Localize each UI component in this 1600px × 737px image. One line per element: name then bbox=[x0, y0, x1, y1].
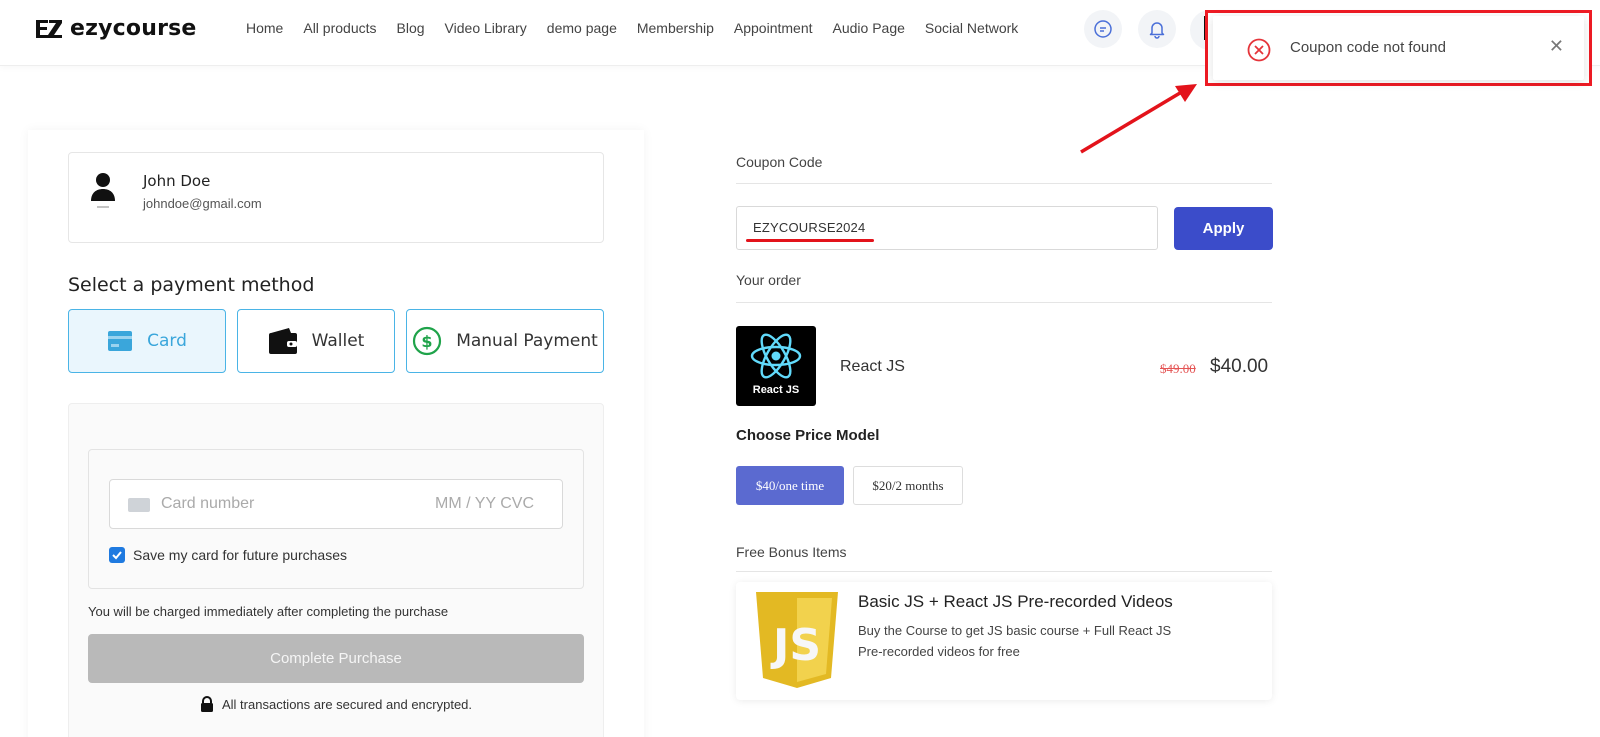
svg-text:$: $ bbox=[422, 332, 433, 351]
payment-method-label: Card bbox=[147, 331, 187, 351]
user-info-box: John Doe johndoe@gmail.com bbox=[68, 152, 604, 243]
nav-social-network[interactable]: Social Network bbox=[925, 20, 1018, 36]
price-model-monthly[interactable]: $20/2 months bbox=[853, 466, 963, 505]
error-circle-icon bbox=[1247, 38, 1271, 62]
checkmark-icon bbox=[112, 551, 122, 560]
brand-logo[interactable]: ezycourse bbox=[34, 16, 197, 41]
nav-demo-page[interactable]: demo page bbox=[547, 20, 617, 36]
card-number-placeholder: Card number bbox=[161, 495, 255, 512]
card-chip-icon bbox=[128, 498, 150, 512]
nav-audio-page[interactable]: Audio Page bbox=[833, 20, 905, 36]
product-thumbnail: React JS bbox=[736, 326, 816, 406]
react-logo-icon bbox=[750, 333, 802, 379]
payment-method-label: Wallet bbox=[311, 331, 365, 351]
save-card-label: Save my card for future purchases bbox=[133, 547, 347, 563]
save-card-row: Save my card for future purchases bbox=[109, 547, 347, 563]
charge-note: You will be charged immediately after co… bbox=[88, 604, 449, 619]
payment-method-wallet[interactable]: Wallet bbox=[237, 309, 395, 373]
messages-button[interactable] bbox=[1084, 10, 1122, 48]
annotation-underline bbox=[746, 239, 874, 242]
chat-icon bbox=[1094, 20, 1112, 38]
bonus-item-card: JS Basic JS + React JS Pre-recorded Vide… bbox=[736, 582, 1272, 700]
product-name: React JS bbox=[840, 358, 905, 375]
payment-method-card[interactable]: Card bbox=[68, 309, 226, 373]
close-icon[interactable]: ✕ bbox=[1549, 38, 1564, 56]
secure-note-row: All transactions are secured and encrypt… bbox=[200, 696, 472, 712]
old-price: $49.00 bbox=[1160, 361, 1196, 376]
bell-icon bbox=[1149, 22, 1165, 39]
nav-all-products[interactable]: All products bbox=[303, 20, 376, 36]
nav-appointment[interactable]: Appointment bbox=[734, 20, 813, 36]
user-icon bbox=[91, 173, 115, 208]
product-thumb-label: React JS bbox=[752, 384, 800, 396]
apply-coupon-button[interactable]: Apply bbox=[1174, 207, 1273, 250]
card-exp-cvc-placeholder: MM / YY CVC bbox=[435, 495, 534, 512]
divider bbox=[736, 183, 1272, 184]
toast-message: Coupon code not found bbox=[1290, 39, 1446, 56]
card-number-input[interactable]: Card number MM / YY CVC bbox=[109, 479, 563, 529]
your-order-label: Your order bbox=[736, 272, 801, 288]
annotation-arrow-icon bbox=[1080, 84, 1197, 154]
card-icon bbox=[108, 331, 133, 351]
error-toast-highlight: Coupon code not found ✕ bbox=[1205, 10, 1592, 86]
brand-name: ezycourse bbox=[70, 16, 197, 41]
coupon-value: EZYCOURSE2024 bbox=[753, 220, 866, 235]
payment-method-title: Select a payment method bbox=[68, 274, 315, 296]
coupon-input[interactable]: EZYCOURSE2024 bbox=[736, 206, 1158, 250]
divider bbox=[736, 571, 1272, 572]
ez-logo-icon bbox=[36, 19, 62, 38]
user-email: johndoe@gmail.com bbox=[143, 196, 262, 211]
bonus-title: Basic JS + React JS Pre-recorded Videos bbox=[858, 592, 1173, 611]
svg-text:JS: JS bbox=[770, 620, 821, 671]
price-model-one-time[interactable]: $40/one time bbox=[736, 466, 844, 505]
payment-method-label: Manual Payment bbox=[456, 331, 598, 351]
nav-blog[interactable]: Blog bbox=[397, 20, 425, 36]
lock-icon bbox=[201, 696, 213, 712]
secure-note: All transactions are secured and encrypt… bbox=[222, 696, 473, 712]
product-price: $40.00 bbox=[1210, 356, 1269, 377]
divider bbox=[736, 302, 1272, 303]
nav-video-library[interactable]: Video Library bbox=[445, 20, 527, 36]
save-card-checkbox[interactable] bbox=[109, 547, 125, 563]
dollar-circle-icon: $ bbox=[413, 326, 442, 356]
coupon-label: Coupon Code bbox=[736, 154, 823, 170]
bonus-label: Free Bonus Items bbox=[736, 544, 847, 560]
user-name: John Doe bbox=[143, 172, 211, 190]
main-nav: Home All products Blog Video Library dem… bbox=[246, 20, 1018, 36]
payment-method-manual[interactable]: $ Manual Payment bbox=[406, 309, 604, 373]
error-toast: Coupon code not found ✕ bbox=[1213, 16, 1584, 80]
wallet-icon bbox=[268, 328, 297, 354]
complete-purchase-button[interactable]: Complete Purchase bbox=[88, 634, 584, 683]
bonus-description: Buy the Course to get JS basic course + … bbox=[858, 623, 1172, 659]
notifications-button[interactable] bbox=[1138, 10, 1176, 48]
nav-home[interactable]: Home bbox=[246, 20, 283, 36]
nav-membership[interactable]: Membership bbox=[637, 20, 714, 36]
javascript-shield-icon: JS bbox=[756, 592, 838, 688]
price-model-title: Choose Price Model bbox=[736, 427, 880, 444]
